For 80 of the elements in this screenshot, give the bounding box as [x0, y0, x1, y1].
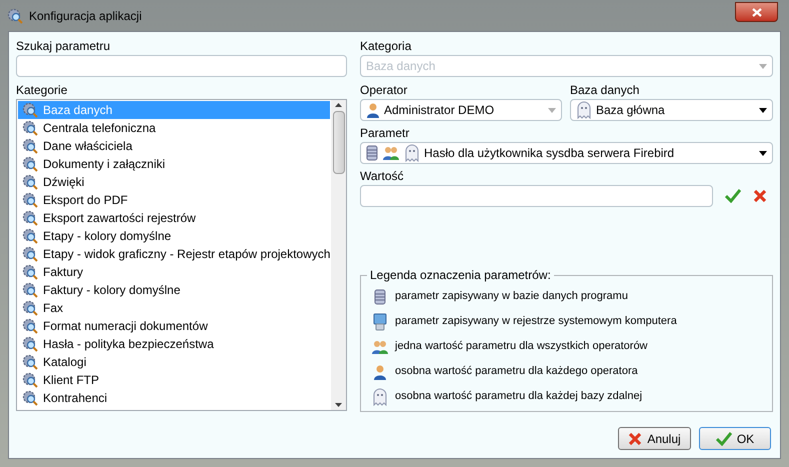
users-icon	[371, 338, 389, 354]
category-item[interactable]: Centrala telefoniczna	[18, 119, 330, 137]
category-item[interactable]: Fax	[18, 299, 330, 317]
clear-button[interactable]	[753, 189, 767, 203]
database-icon	[374, 288, 386, 304]
ghost-icon	[404, 144, 420, 162]
gear-magnifier-icon	[22, 246, 38, 262]
scroll-up-icon[interactable]	[335, 103, 342, 107]
cancel-button[interactable]: Anuluj	[618, 427, 691, 450]
legend-text: jedna wartość parametru dla wszystkich operatorów	[395, 339, 648, 354]
gear-magnifier-icon	[22, 192, 38, 208]
dropdown-caret-icon	[759, 108, 767, 112]
search-label: Szukaj parametru	[16, 39, 110, 53]
category-item[interactable]: Kontrahenci	[18, 389, 330, 407]
value-field[interactable]	[360, 185, 713, 207]
database-icon	[366, 145, 378, 161]
user-icon	[373, 364, 387, 380]
search-field[interactable]	[16, 55, 347, 77]
ghost-icon	[372, 388, 388, 406]
gear-magnifier-icon	[22, 228, 38, 244]
category-item[interactable]: Faktury - kolory domyślne	[18, 281, 330, 299]
gear-magnifier-icon	[22, 372, 38, 388]
gear-magnifier-icon	[22, 390, 38, 406]
category-item[interactable]: Eksport do PDF	[18, 191, 330, 209]
categories-label: Kategorie	[16, 83, 68, 97]
gear-magnifier-icon	[7, 8, 23, 24]
scrollbar[interactable]	[331, 100, 346, 410]
computer-icon	[373, 312, 387, 330]
gear-magnifier-icon	[22, 318, 38, 334]
gear-magnifier-icon	[22, 354, 38, 370]
gear-magnifier-icon	[22, 120, 38, 136]
gear-magnifier-icon	[22, 174, 38, 190]
users-icon	[382, 145, 400, 161]
parameter-dropdown[interactable]: Hasło dla użytkownika sysdba serwera Firebird	[360, 142, 773, 164]
category-item[interactable]: Format numeracji dokumentów	[18, 317, 330, 335]
gear-magnifier-icon	[22, 300, 38, 316]
category-item[interactable]: Katalogi	[18, 353, 330, 371]
gear-magnifier-icon	[22, 156, 38, 172]
dropdown-caret-icon	[759, 64, 767, 68]
cross-icon	[753, 189, 767, 203]
category-item[interactable]: Faktury	[18, 263, 330, 281]
cross-icon	[628, 432, 642, 446]
user-icon	[366, 102, 380, 118]
category-label: Kategoria	[360, 39, 412, 53]
category-item[interactable]: Dane właściciela	[18, 137, 330, 155]
gear-magnifier-icon	[22, 102, 38, 118]
category-item[interactable]: Etapy - kolory domyślne	[18, 227, 330, 245]
database-dropdown[interactable]: Baza główna	[570, 99, 773, 121]
checkmark-icon	[716, 432, 732, 446]
gear-magnifier-icon	[22, 210, 38, 226]
category-item[interactable]: Etapy - widok graficzny - Rejestr etapów projektowych	[18, 245, 330, 263]
legend-title: Legenda oznaczenia parametrów:	[367, 268, 554, 282]
gear-magnifier-icon	[22, 336, 38, 352]
checkmark-icon	[725, 189, 741, 203]
dropdown-caret-icon	[759, 150, 767, 156]
category-item[interactable]: Hasła - polityka bezpieczeństwa	[18, 335, 330, 353]
gear-magnifier-icon	[22, 282, 38, 298]
close-button[interactable]	[735, 2, 778, 22]
confirm-button[interactable]	[725, 189, 741, 203]
ok-button[interactable]: OK	[699, 427, 771, 450]
legend-text: osobna wartość parametru dla każdej bazy zdalnej	[395, 389, 642, 404]
scrollbar-thumb[interactable]	[332, 111, 344, 174]
operator-label: Operator	[360, 83, 408, 97]
legend-text: parametr zapisywany w rejestrze systemowym komputera	[395, 314, 677, 330]
scroll-down-icon[interactable]	[335, 403, 342, 407]
value-label: Wartość	[360, 169, 404, 183]
category-item[interactable]: Dokumenty i załączniki	[18, 155, 330, 173]
database-label: Baza danych	[570, 83, 640, 97]
dropdown-caret-icon	[548, 108, 556, 112]
parameter-label: Parametr	[360, 126, 410, 140]
category-item[interactable]: Klient FTP	[18, 371, 330, 389]
category-item[interactable]: Eksport zawartości rejestrów	[18, 209, 330, 227]
legend-text: osobna wartość parametru dla każdego operatora	[395, 364, 638, 380]
window-title: Konfiguracja aplikacji	[29, 8, 142, 25]
legend-text: parametr zapisywany w bazie danych programu	[395, 289, 628, 304]
ghost-icon	[576, 101, 592, 119]
gear-magnifier-icon	[22, 138, 38, 154]
category-item[interactable]: Dźwięki	[18, 173, 330, 191]
gear-magnifier-icon	[22, 264, 38, 280]
close-icon	[752, 8, 762, 16]
